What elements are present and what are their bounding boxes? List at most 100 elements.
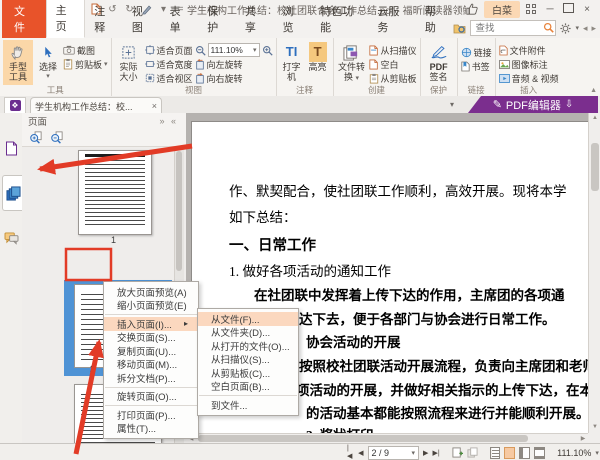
find-input[interactable] [473, 21, 543, 35]
menu-item-rotate-pages[interactable]: 旋转页面(O)... [104, 390, 198, 404]
tab-home[interactable]: 主页 [46, 0, 86, 38]
from-clipboard-button[interactable]: 从剪贴板 [369, 71, 417, 85]
page-number-box[interactable]: 2 / 9▾ [368, 446, 420, 460]
bookmarks-panel-button[interactable] [2, 135, 21, 161]
scroll-down-icon[interactable]: ▼ [589, 422, 600, 433]
gear-icon[interactable] [560, 23, 571, 34]
tab-close-icon[interactable]: × [152, 101, 157, 111]
vertical-scroll-thumb[interactable] [591, 143, 599, 191]
previous-page-button[interactable]: ◀ [358, 449, 363, 457]
menu-item-insert-pages[interactable]: 插入页面(I)... ▸ [104, 317, 198, 331]
submenu-item-blank-page[interactable]: 空白页面(B)... [198, 380, 298, 394]
menu-item-properties[interactable]: 属性(T)... [104, 422, 198, 436]
restore-button[interactable] [563, 0, 574, 18]
snapshot-button[interactable]: 截图 [63, 43, 108, 57]
menu-item-swap-pages[interactable]: 交换页面(S)... [104, 331, 198, 345]
scroll-up-icon[interactable]: ▲ [589, 113, 600, 124]
like-icon[interactable] [466, 3, 478, 15]
rotate-left-button[interactable]: 向左旋转 [195, 57, 273, 71]
typewriter-button[interactable]: TI 打字机 [280, 40, 304, 85]
menu-item-move-pages[interactable]: 移动页面(M)... [104, 358, 198, 372]
ribbon-collapse-icon[interactable]: ▲ [590, 87, 597, 94]
blank-page-button[interactable]: 空白 [369, 57, 417, 71]
from-scanner-button[interactable]: 从扫描仪 [369, 43, 417, 57]
file-convert-button[interactable]: 文件转换 ▾ [337, 40, 367, 85]
tab-share[interactable]: 共享 [236, 0, 274, 38]
hand-tool-button[interactable]: 手型工具 [3, 40, 33, 85]
zoom-dropdown-icon[interactable]: ▾ [595, 449, 599, 457]
select-tool-button[interactable]: 选择 ▾ [35, 40, 61, 85]
tab-form[interactable]: 表单 [161, 0, 199, 38]
rotate-right-button[interactable]: 向右旋转 [195, 71, 273, 85]
insert-page-status-icon[interactable] [452, 447, 463, 458]
horizontal-scroll-thumb[interactable] [198, 435, 528, 442]
pages-panel-button[interactable] [2, 175, 23, 211]
tab-view[interactable]: 视图 [123, 0, 161, 38]
thumbnail-zoom-out-icon[interactable] [50, 131, 63, 144]
tab-comment[interactable]: 注释 [85, 0, 123, 38]
audio-video-button[interactable]: 音频 & 视频 [499, 71, 559, 85]
page-thumbnail-1[interactable] [78, 150, 152, 235]
submenu-item-from-clipboard[interactable]: 从剪贴板(C)... [198, 366, 298, 380]
apps-grid-icon[interactable] [526, 4, 537, 15]
tab-help[interactable]: 帮助 [416, 0, 454, 38]
select-cursor-icon [42, 42, 55, 62]
last-page-button[interactable]: ▶| [432, 449, 439, 457]
tab-list-dropdown-icon[interactable]: ▾ [450, 100, 454, 109]
facing-layout-icon[interactable] [519, 447, 530, 459]
menu-item-copy-pages[interactable]: 复制页面(U)... [104, 344, 198, 358]
replace-page-status-icon[interactable] [467, 447, 478, 458]
vertical-scrollbar[interactable]: ▲ ▼ [588, 113, 600, 433]
fit-width-button[interactable]: 适合宽度 [145, 57, 193, 71]
zoom-out-icon[interactable] [195, 45, 206, 56]
actual-size-button[interactable]: 实际大小 [115, 40, 143, 85]
next-page-button[interactable]: ▶ [423, 449, 428, 457]
pdf-editor-button[interactable]: ✎ PDF编辑器 ⇩ [468, 96, 598, 113]
group-label-protect: 保护 [421, 84, 457, 96]
fit-page-button[interactable]: 适合页面 [145, 43, 193, 57]
tab-browse[interactable]: 浏览 [273, 0, 311, 38]
zoom-in-icon[interactable] [262, 45, 273, 56]
menu-item-print-pages[interactable]: 打印页面(P)... [104, 408, 198, 422]
continuous-layout-icon[interactable] [504, 447, 515, 459]
thumbnail-zoom-in-icon[interactable] [29, 131, 42, 144]
panel-dock-icons[interactable]: » « [159, 116, 186, 126]
pdf-sign-button[interactable]: PDF 签名 [424, 40, 454, 85]
search-icon[interactable] [543, 22, 554, 33]
doc-line: 按照校社团联活动开展流程，负责向主席团和老师呈 [299, 355, 588, 375]
submenu-item-from-folder[interactable]: 从文件夹(D)... [198, 326, 298, 340]
fit-visible-button[interactable]: 适合视区 [145, 71, 193, 85]
clipboard-button[interactable]: 剪贴板 ▾ [63, 57, 108, 71]
menu-item-zoom-in-preview[interactable]: 放大页面预览(A) [104, 285, 198, 299]
ribbon-tab-bar: 文件 主页 注释 视图 表单 保护 共享 浏览 特色功能 云服务 帮助 ▾ ◂ … [0, 18, 600, 39]
submenu-item-to-file[interactable]: 到文件... [198, 398, 298, 412]
bookmark-button[interactable]: 书签 [461, 59, 492, 73]
tab-cloud[interactable]: 云服务 [368, 0, 415, 38]
search-folder-icon[interactable] [453, 23, 466, 34]
close-button[interactable]: × [580, 4, 594, 15]
zoom-combo[interactable]: 111.10%▾ [208, 43, 260, 57]
comments-panel-button[interactable] [2, 225, 21, 251]
link-button[interactable]: 链接 [461, 45, 492, 59]
tab-file[interactable]: 文件 [2, 0, 46, 38]
image-annotation-button[interactable]: 图像标注 [499, 57, 559, 71]
submenu-item-from-file[interactable]: 从文件(F)... [198, 312, 298, 326]
minimize-button[interactable]: ─ [543, 4, 557, 15]
highlight-button[interactable]: T 高亮 [306, 40, 330, 85]
file-attachment-button[interactable]: 文件附件 [499, 43, 559, 57]
menu-item-split-document[interactable]: 拆分文档(P)... [104, 371, 198, 385]
tab-protect[interactable]: 保护 [198, 0, 236, 38]
find-prev-icon[interactable]: ◂ [583, 23, 588, 34]
first-page-button[interactable]: |◀ [347, 445, 354, 460]
gear-dropdown-icon[interactable]: ▾ [575, 24, 579, 32]
document-tab-active[interactable]: 学生机构工作总结：校... × [30, 97, 162, 114]
submenu-item-from-open-file[interactable]: 从打开的文件(O)... [198, 339, 298, 353]
single-page-layout-icon[interactable] [490, 447, 501, 459]
find-next-icon[interactable]: ▸ [592, 23, 597, 34]
menu-item-zoom-out-preview[interactable]: 缩小页面预览(E) [104, 299, 198, 313]
start-page-tab[interactable]: ❖ [4, 97, 26, 114]
account-button[interactable]: 白菜 [484, 1, 520, 18]
tab-features[interactable]: 特色功能 [311, 0, 368, 38]
split-layout-icon[interactable] [534, 447, 545, 459]
submenu-item-from-scanner[interactable]: 从扫描仪(S)... [198, 353, 298, 367]
